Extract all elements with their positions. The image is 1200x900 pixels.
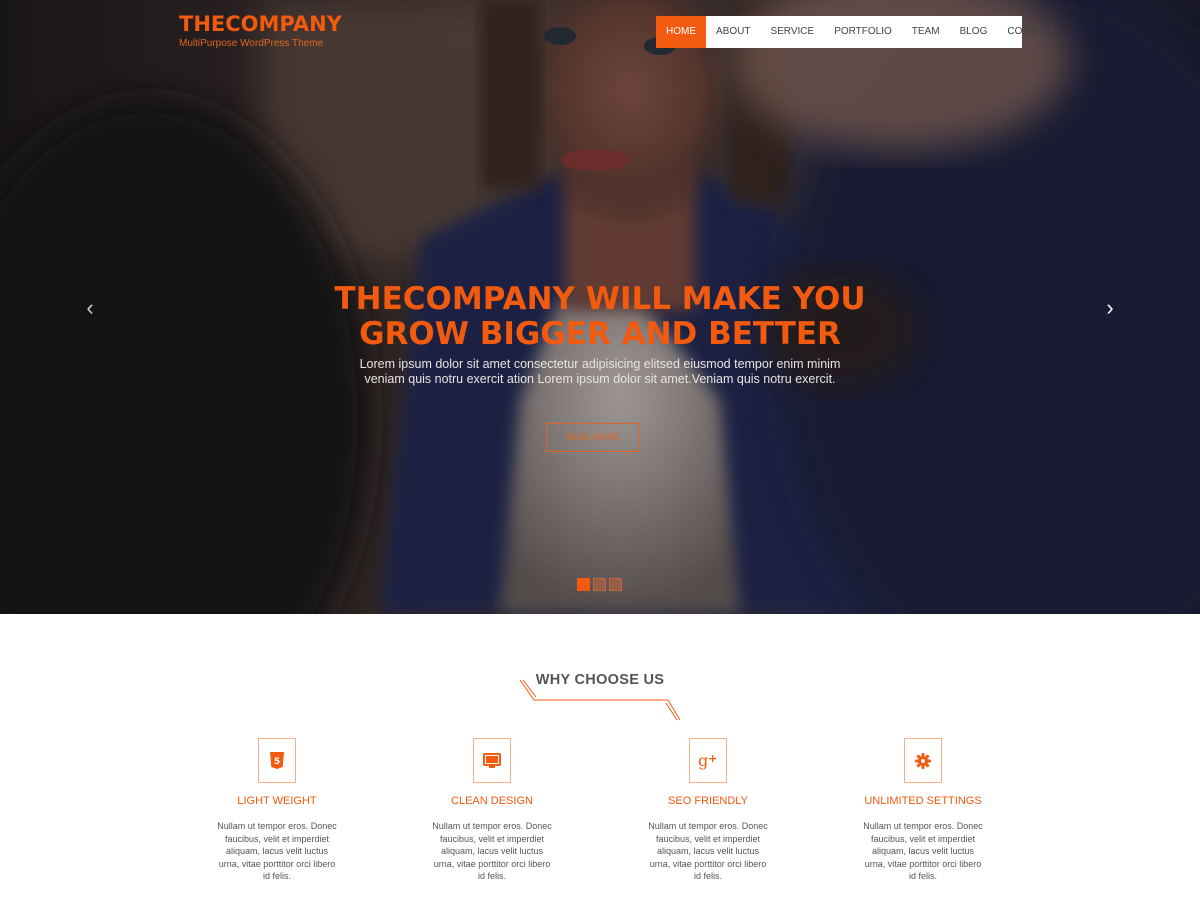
- nav-item-home[interactable]: HOME: [656, 16, 706, 48]
- feature-text: Nullam ut tempor eros. Donec faucibus, v…: [648, 821, 768, 882]
- hero-title: THECOMPANY WILL MAKE YOU GROW BIGGER AND…: [300, 282, 900, 352]
- nav-item-blog[interactable]: BLOG: [950, 16, 998, 48]
- section-title: WHY CHOOSE US: [535, 672, 665, 688]
- slider-dot-2[interactable]: [593, 578, 606, 591]
- feature-card: CLEAN DESIGN Nullam ut tempor eros. Done…: [392, 738, 592, 883]
- nav-item-about[interactable]: ABOUT: [706, 16, 760, 48]
- feature-card: 5 LIGHT WEIGHT Nullam ut tempor eros. Do…: [177, 738, 377, 883]
- nav-item-team[interactable]: TEAM: [902, 16, 950, 48]
- slider-dots: [577, 578, 622, 591]
- gear-icon: [904, 738, 942, 783]
- google-plus-icon: g +: [689, 738, 727, 783]
- feature-title: SEO FRIENDLY: [668, 795, 748, 807]
- main-nav: HOME ABOUT SERVICE PORTFOLIO TEAM BLOG C…: [656, 16, 1055, 48]
- why-section-heading: WHY CHOOSE US: [500, 668, 700, 724]
- monitor-icon: [473, 738, 511, 783]
- nav-item-portfolio[interactable]: PORTFOLIO: [824, 16, 902, 48]
- feature-card: UNLIMITED SETTINGS Nullam ut tempor eros…: [823, 738, 1023, 883]
- nav-item-service[interactable]: SERVICE: [760, 16, 824, 48]
- feature-text: Nullam ut tempor eros. Donec faucibus, v…: [217, 821, 337, 882]
- slider-next-arrow-icon[interactable]: ›: [1102, 296, 1118, 320]
- slider-dot-3[interactable]: [609, 578, 622, 591]
- svg-text:+: +: [708, 752, 717, 765]
- feature-text: Nullam ut tempor eros. Donec faucibus, v…: [432, 821, 552, 882]
- hero-text: Lorem ipsum dolor sit amet consectetur a…: [359, 357, 841, 386]
- feature-text: Nullam ut tempor eros. Donec faucibus, v…: [863, 821, 983, 882]
- feature-title: CLEAN DESIGN: [451, 795, 533, 807]
- hero-slider: THECOMPANY MultiPurpose WordPress Theme …: [0, 0, 1200, 614]
- svg-text:g: g: [698, 752, 708, 770]
- hero-title-line1: THECOMPANY WILL MAKE YOU: [334, 281, 866, 317]
- feature-card: g + SEO FRIENDLY Nullam ut tempor eros. …: [608, 738, 808, 883]
- brand-tagline: MultiPurpose WordPress Theme: [179, 38, 324, 49]
- slider-dot-1[interactable]: [577, 578, 590, 591]
- svg-text:5: 5: [274, 757, 280, 767]
- read-more-button[interactable]: READ MORE: [546, 423, 639, 452]
- slider-prev-arrow-icon[interactable]: ‹: [82, 296, 98, 320]
- nav-item-contact[interactable]: CONTACT: [997, 16, 1065, 48]
- brand[interactable]: THECOMPANY MultiPurpose WordPress Theme: [179, 12, 342, 49]
- hero-title-line2: GROW BIGGER AND BETTER: [359, 316, 841, 352]
- feature-title: UNLIMITED SETTINGS: [864, 795, 982, 807]
- brand-name[interactable]: THECOMPANY: [179, 12, 342, 36]
- html5-icon: 5: [258, 738, 296, 783]
- feature-title: LIGHT WEIGHT: [237, 795, 317, 807]
